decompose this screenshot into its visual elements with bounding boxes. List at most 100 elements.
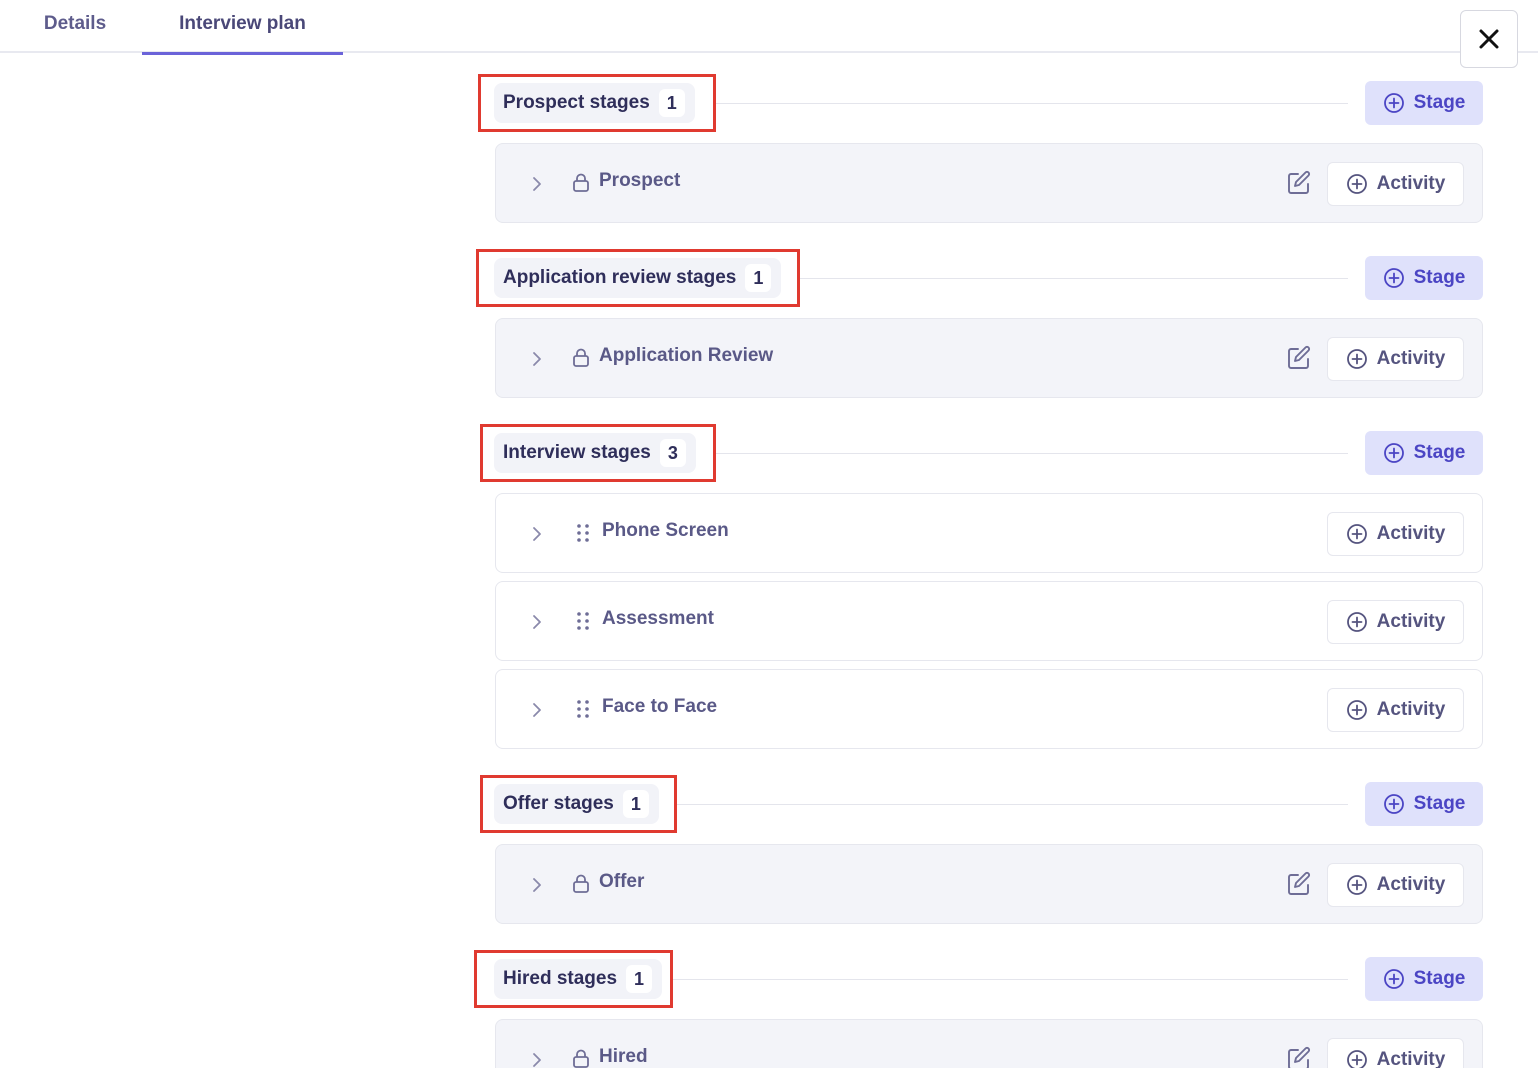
section-divider (716, 103, 1348, 104)
chevron-right-icon[interactable] (532, 614, 542, 630)
lock-icon (573, 874, 589, 893)
section-title: Offer stages (503, 793, 614, 814)
add-stage-label: Stage (1413, 968, 1466, 989)
chevron-right-icon[interactable] (532, 877, 542, 893)
plus-circle-icon (1346, 700, 1367, 720)
lock-icon (573, 173, 589, 192)
stage-count-badge: 1 (622, 790, 649, 818)
drag-handle-icon[interactable] (576, 611, 590, 631)
add-activity-button[interactable]: Activity (1327, 337, 1464, 381)
plus-circle-icon (1346, 174, 1367, 194)
add-activity-button[interactable]: Activity (1327, 863, 1464, 907)
stage-row-hired[interactable]: Hired Activity (495, 1019, 1483, 1068)
stage-count-badge: 3 (659, 439, 686, 467)
tab-bar: Details Interview plan (0, 0, 1538, 55)
stage-count-badge: 1 (658, 89, 685, 117)
tab-details[interactable]: Details (20, 0, 130, 53)
close-button[interactable] (1460, 10, 1518, 68)
section-divider (673, 979, 1348, 980)
stage-row-face-to-face[interactable]: Face to Face Activity (495, 669, 1483, 749)
add-activity-button[interactable]: Activity (1327, 688, 1464, 732)
add-stage-label: Stage (1413, 267, 1466, 288)
add-activity-label: Activity (1376, 611, 1446, 632)
lock-icon (573, 348, 589, 367)
add-activity-button[interactable]: Activity (1327, 1038, 1464, 1068)
plus-circle-icon (1346, 349, 1367, 369)
plus-circle-icon (1383, 268, 1404, 288)
chevron-right-icon[interactable] (532, 1052, 542, 1068)
section-divider (677, 804, 1348, 805)
edit-icon[interactable] (1286, 345, 1312, 371)
add-activity-label: Activity (1376, 173, 1446, 194)
edit-icon[interactable] (1286, 170, 1312, 196)
lock-icon (573, 1049, 589, 1068)
stage-name: Assessment (602, 608, 714, 629)
stage-row-application-review[interactable]: Application Review Activity (495, 318, 1483, 398)
section-divider (800, 278, 1348, 279)
plus-circle-icon (1383, 794, 1404, 814)
chevron-right-icon[interactable] (532, 702, 542, 718)
plus-circle-icon (1383, 443, 1404, 463)
plus-circle-icon (1346, 1050, 1367, 1068)
section-title-pill: Offer stages 1 (494, 784, 659, 824)
stage-name: Hired (599, 1046, 648, 1067)
add-activity-button[interactable]: Activity (1327, 162, 1464, 206)
plus-circle-icon (1383, 93, 1404, 113)
tab-interview-plan[interactable]: Interview plan (142, 0, 343, 55)
add-activity-button[interactable]: Activity (1327, 512, 1464, 556)
chevron-right-icon[interactable] (532, 176, 542, 192)
stage-name: Offer (599, 871, 645, 892)
add-activity-label: Activity (1376, 1049, 1446, 1068)
add-activity-label: Activity (1376, 348, 1446, 369)
add-stage-label: Stage (1413, 793, 1466, 814)
drag-handle-icon[interactable] (576, 699, 590, 719)
add-stage-button[interactable]: Stage (1365, 782, 1483, 826)
plus-circle-icon (1346, 875, 1367, 895)
add-stage-label: Stage (1413, 442, 1466, 463)
plus-circle-icon (1383, 969, 1404, 989)
stage-name: Application Review (599, 345, 774, 366)
section-title-pill: Application review stages 1 (494, 258, 782, 298)
section-title: Hired stages (503, 968, 618, 989)
add-stage-button[interactable]: Stage (1365, 256, 1483, 300)
add-activity-button[interactable]: Activity (1327, 600, 1464, 644)
active-tab-indicator (142, 52, 343, 55)
stage-row-phone-screen[interactable]: Phone Screen Activity (495, 493, 1483, 573)
section-title: Application review stages (503, 267, 737, 288)
close-icon (1479, 29, 1499, 49)
stage-name: Phone Screen (602, 520, 729, 541)
add-stage-button[interactable]: Stage (1365, 957, 1483, 1001)
section-header-hired: Hired stages 1 Stage (474, 950, 1483, 1008)
section-title-pill: Prospect stages 1 (494, 83, 695, 123)
chevron-right-icon[interactable] (532, 351, 542, 367)
add-stage-button[interactable]: Stage (1365, 81, 1483, 125)
section-title-pill: Hired stages 1 (494, 959, 663, 999)
add-activity-label: Activity (1376, 874, 1446, 895)
stage-count-badge: 1 (626, 965, 653, 993)
stage-row-offer[interactable]: Offer Activity (495, 844, 1483, 924)
chevron-right-icon[interactable] (532, 526, 542, 542)
stage-name: Prospect (599, 170, 681, 191)
edit-icon[interactable] (1286, 871, 1312, 897)
section-divider (716, 453, 1348, 454)
section-header-application-review: Application review stages 1 Stage (476, 249, 1483, 307)
add-stage-label: Stage (1413, 92, 1466, 113)
stage-count-badge: 1 (745, 264, 772, 292)
section-title: Prospect stages (503, 92, 650, 113)
section-header-prospect: Prospect stages 1 Stage (478, 74, 1483, 132)
section-title-pill: Interview stages 3 (494, 433, 696, 473)
edit-icon[interactable] (1286, 1046, 1312, 1068)
drag-handle-icon[interactable] (576, 523, 590, 543)
section-title: Interview stages (503, 442, 651, 463)
stage-name: Face to Face (602, 696, 718, 717)
add-activity-label: Activity (1376, 699, 1446, 720)
plus-circle-icon (1346, 612, 1367, 632)
add-stage-button[interactable]: Stage (1365, 431, 1483, 475)
section-header-offer: Offer stages 1 Stage (478, 775, 1483, 833)
tab-interview-plan-label: Interview plan (179, 13, 306, 34)
stage-row-prospect[interactable]: Prospect Activity (495, 143, 1483, 223)
add-activity-label: Activity (1376, 523, 1446, 544)
stage-row-assessment[interactable]: Assessment Activity (495, 581, 1483, 661)
section-header-interview: Interview stages 3 Stage (478, 424, 1483, 482)
plus-circle-icon (1346, 524, 1367, 544)
